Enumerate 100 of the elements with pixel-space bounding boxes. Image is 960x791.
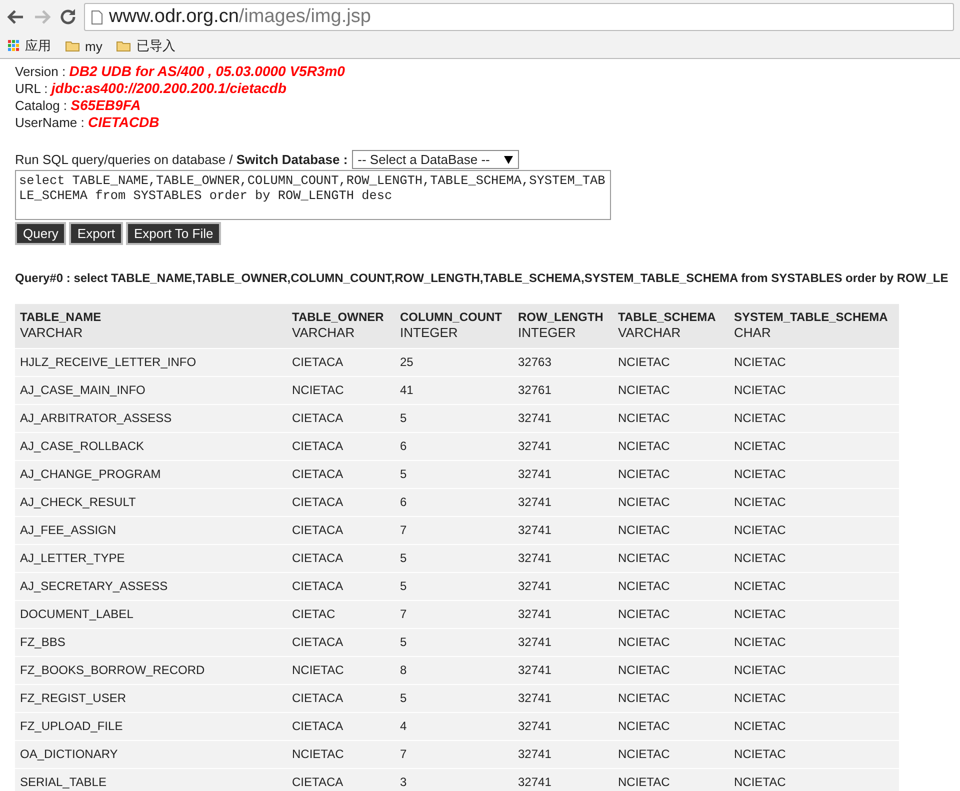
table-cell: NCIETAC	[613, 348, 729, 376]
table-cell: 32741	[513, 600, 613, 628]
table-cell: NCIETAC	[729, 768, 899, 791]
table-cell: AJ_FEE_ASSIGN	[15, 516, 287, 544]
table-cell: 32741	[513, 460, 613, 488]
action-button[interactable]: Export To File	[126, 222, 222, 245]
table-cell: NCIETAC	[613, 460, 729, 488]
table-cell: NCIETAC	[287, 740, 395, 768]
table-cell: NCIETAC	[729, 404, 899, 432]
table-cell: NCIETAC	[729, 740, 899, 768]
table-cell: AJ_CHECK_RESULT	[15, 488, 287, 516]
table-cell: NCIETAC	[729, 572, 899, 600]
table-cell: NCIETAC	[613, 376, 729, 404]
table-cell: NCIETAC	[729, 544, 899, 572]
column-name: COLUMN_COUNT	[400, 309, 503, 325]
bookmark[interactable]: 应用	[8, 37, 51, 55]
table-cell: FZ_BBS	[15, 628, 287, 656]
sql-input-field[interactable]: select TABLE_NAME,TABLE_OWNER,COLUMN_COUNT,ROW_LENGTH,TABLE_SCHEMA,SYSTEM_TABLE_SCHEMA from SYSTABLES order by ROW_LENGTH desc	[15, 170, 611, 220]
table-cell: CIETAC	[287, 600, 395, 628]
bookmark[interactable]: my	[65, 38, 102, 54]
table-cell: NCIETAC	[729, 460, 899, 488]
url-path: /images/img.jsp	[238, 6, 371, 27]
table-cell: CIETACA	[287, 516, 395, 544]
table-cell: CIETACA	[287, 404, 395, 432]
table-cell: NCIETAC	[613, 712, 729, 740]
table-cell: NCIETAC	[729, 656, 899, 684]
folder-icon	[116, 40, 132, 52]
table-cell: 32741	[513, 432, 613, 460]
table-cell: NCIETAC	[613, 628, 729, 656]
info-line: UserName : CIETACDB	[15, 114, 160, 131]
table-cell: 25	[395, 348, 513, 376]
table-cell: FZ_BOOKS_BORROW_RECORD	[15, 656, 287, 684]
table-cell: OA_DICTIONARY	[15, 740, 287, 768]
table-cell: CIETACA	[287, 348, 395, 376]
table-cell: SERIAL_TABLE	[15, 768, 287, 791]
table-cell: DOCUMENT_LABEL	[15, 600, 287, 628]
apps-grid-icon	[8, 40, 20, 52]
table-cell: 5	[395, 572, 513, 600]
table-cell: 32741	[513, 516, 613, 544]
table-cell: 5	[395, 460, 513, 488]
table-cell: 32741	[513, 572, 613, 600]
url-host: www.odr.org.cn	[109, 6, 239, 27]
database-select[interactable]: -- Select a DataBase --	[352, 150, 519, 169]
info-line: Catalog : S65EB9FA	[15, 97, 142, 114]
page-icon	[91, 10, 103, 24]
table-cell: 5	[395, 404, 513, 432]
table-cell: 32741	[513, 544, 613, 572]
table-cell: NCIETAC	[613, 684, 729, 712]
table-cell: 32741	[513, 684, 613, 712]
table-cell: CIETACA	[287, 460, 395, 488]
table-cell: 7	[395, 516, 513, 544]
column-type: VARCHAR	[20, 325, 84, 341]
table-cell: NCIETAC	[613, 572, 729, 600]
table-cell: 32741	[513, 740, 613, 768]
table-cell: CIETACA	[287, 572, 395, 600]
reload-icon[interactable]	[58, 7, 78, 27]
column-type: INTEGER	[400, 325, 459, 341]
bookmark[interactable]: 已导入	[116, 37, 176, 55]
table-cell: 32741	[513, 768, 613, 791]
table-cell: 41	[395, 376, 513, 404]
action-button[interactable]: Export	[69, 222, 123, 245]
table-cell: NCIETAC	[613, 404, 729, 432]
table-cell: NCIETAC	[613, 544, 729, 572]
action-button[interactable]: Query	[15, 222, 66, 245]
table-cell: NCIETAC	[729, 348, 899, 376]
column-name: TABLE_SCHEMA	[618, 309, 717, 325]
table-cell: NCIETAC	[613, 768, 729, 791]
table-cell: NCIETAC	[613, 656, 729, 684]
table-cell: NCIETAC	[613, 488, 729, 516]
table-cell: 5	[395, 628, 513, 656]
table-cell: NCIETAC	[613, 600, 729, 628]
table-cell: 32741	[513, 628, 613, 656]
column-type: CHAR	[734, 325, 772, 341]
table-cell: 32741	[513, 404, 613, 432]
table-cell: NCIETAC	[729, 628, 899, 656]
table-cell: 7	[395, 600, 513, 628]
table-cell: CIETACA	[287, 628, 395, 656]
column-type: INTEGER	[518, 325, 577, 341]
column-name: TABLE_NAME	[20, 309, 102, 325]
table-cell: CIETACA	[287, 684, 395, 712]
info-line: URL : jdbc:as400://200.200.200.1/cietacdb	[15, 80, 288, 97]
info-line: Version : DB2 UDB for AS/400 , 05.03.0000 V5R3m0	[15, 63, 346, 80]
table-cell: CIETACA	[287, 488, 395, 516]
table-cell: NCIETAC	[729, 516, 899, 544]
table-cell: AJ_CASE_ROLLBACK	[15, 432, 287, 460]
table-cell: AJ_LETTER_TYPE	[15, 544, 287, 572]
table-cell: 7	[395, 740, 513, 768]
table-cell: 6	[395, 432, 513, 460]
table-cell: HJLZ_RECEIVE_LETTER_INFO	[15, 348, 287, 376]
column-name: TABLE_OWNER	[292, 309, 385, 325]
table-cell: 32763	[513, 348, 613, 376]
dropdown-arrow-icon	[504, 156, 513, 164]
table-cell: NCIETAC	[729, 600, 899, 628]
address-bar[interactable]: www.odr.org.cn/images/img.jsp	[84, 3, 954, 31]
table-cell: 32761	[513, 376, 613, 404]
table-cell: NCIETAC	[729, 376, 899, 404]
table-cell: 4	[395, 712, 513, 740]
table-cell: CIETACA	[287, 432, 395, 460]
column-name: ROW_LENGTH	[518, 309, 604, 325]
table-cell: CIETACA	[287, 768, 395, 791]
